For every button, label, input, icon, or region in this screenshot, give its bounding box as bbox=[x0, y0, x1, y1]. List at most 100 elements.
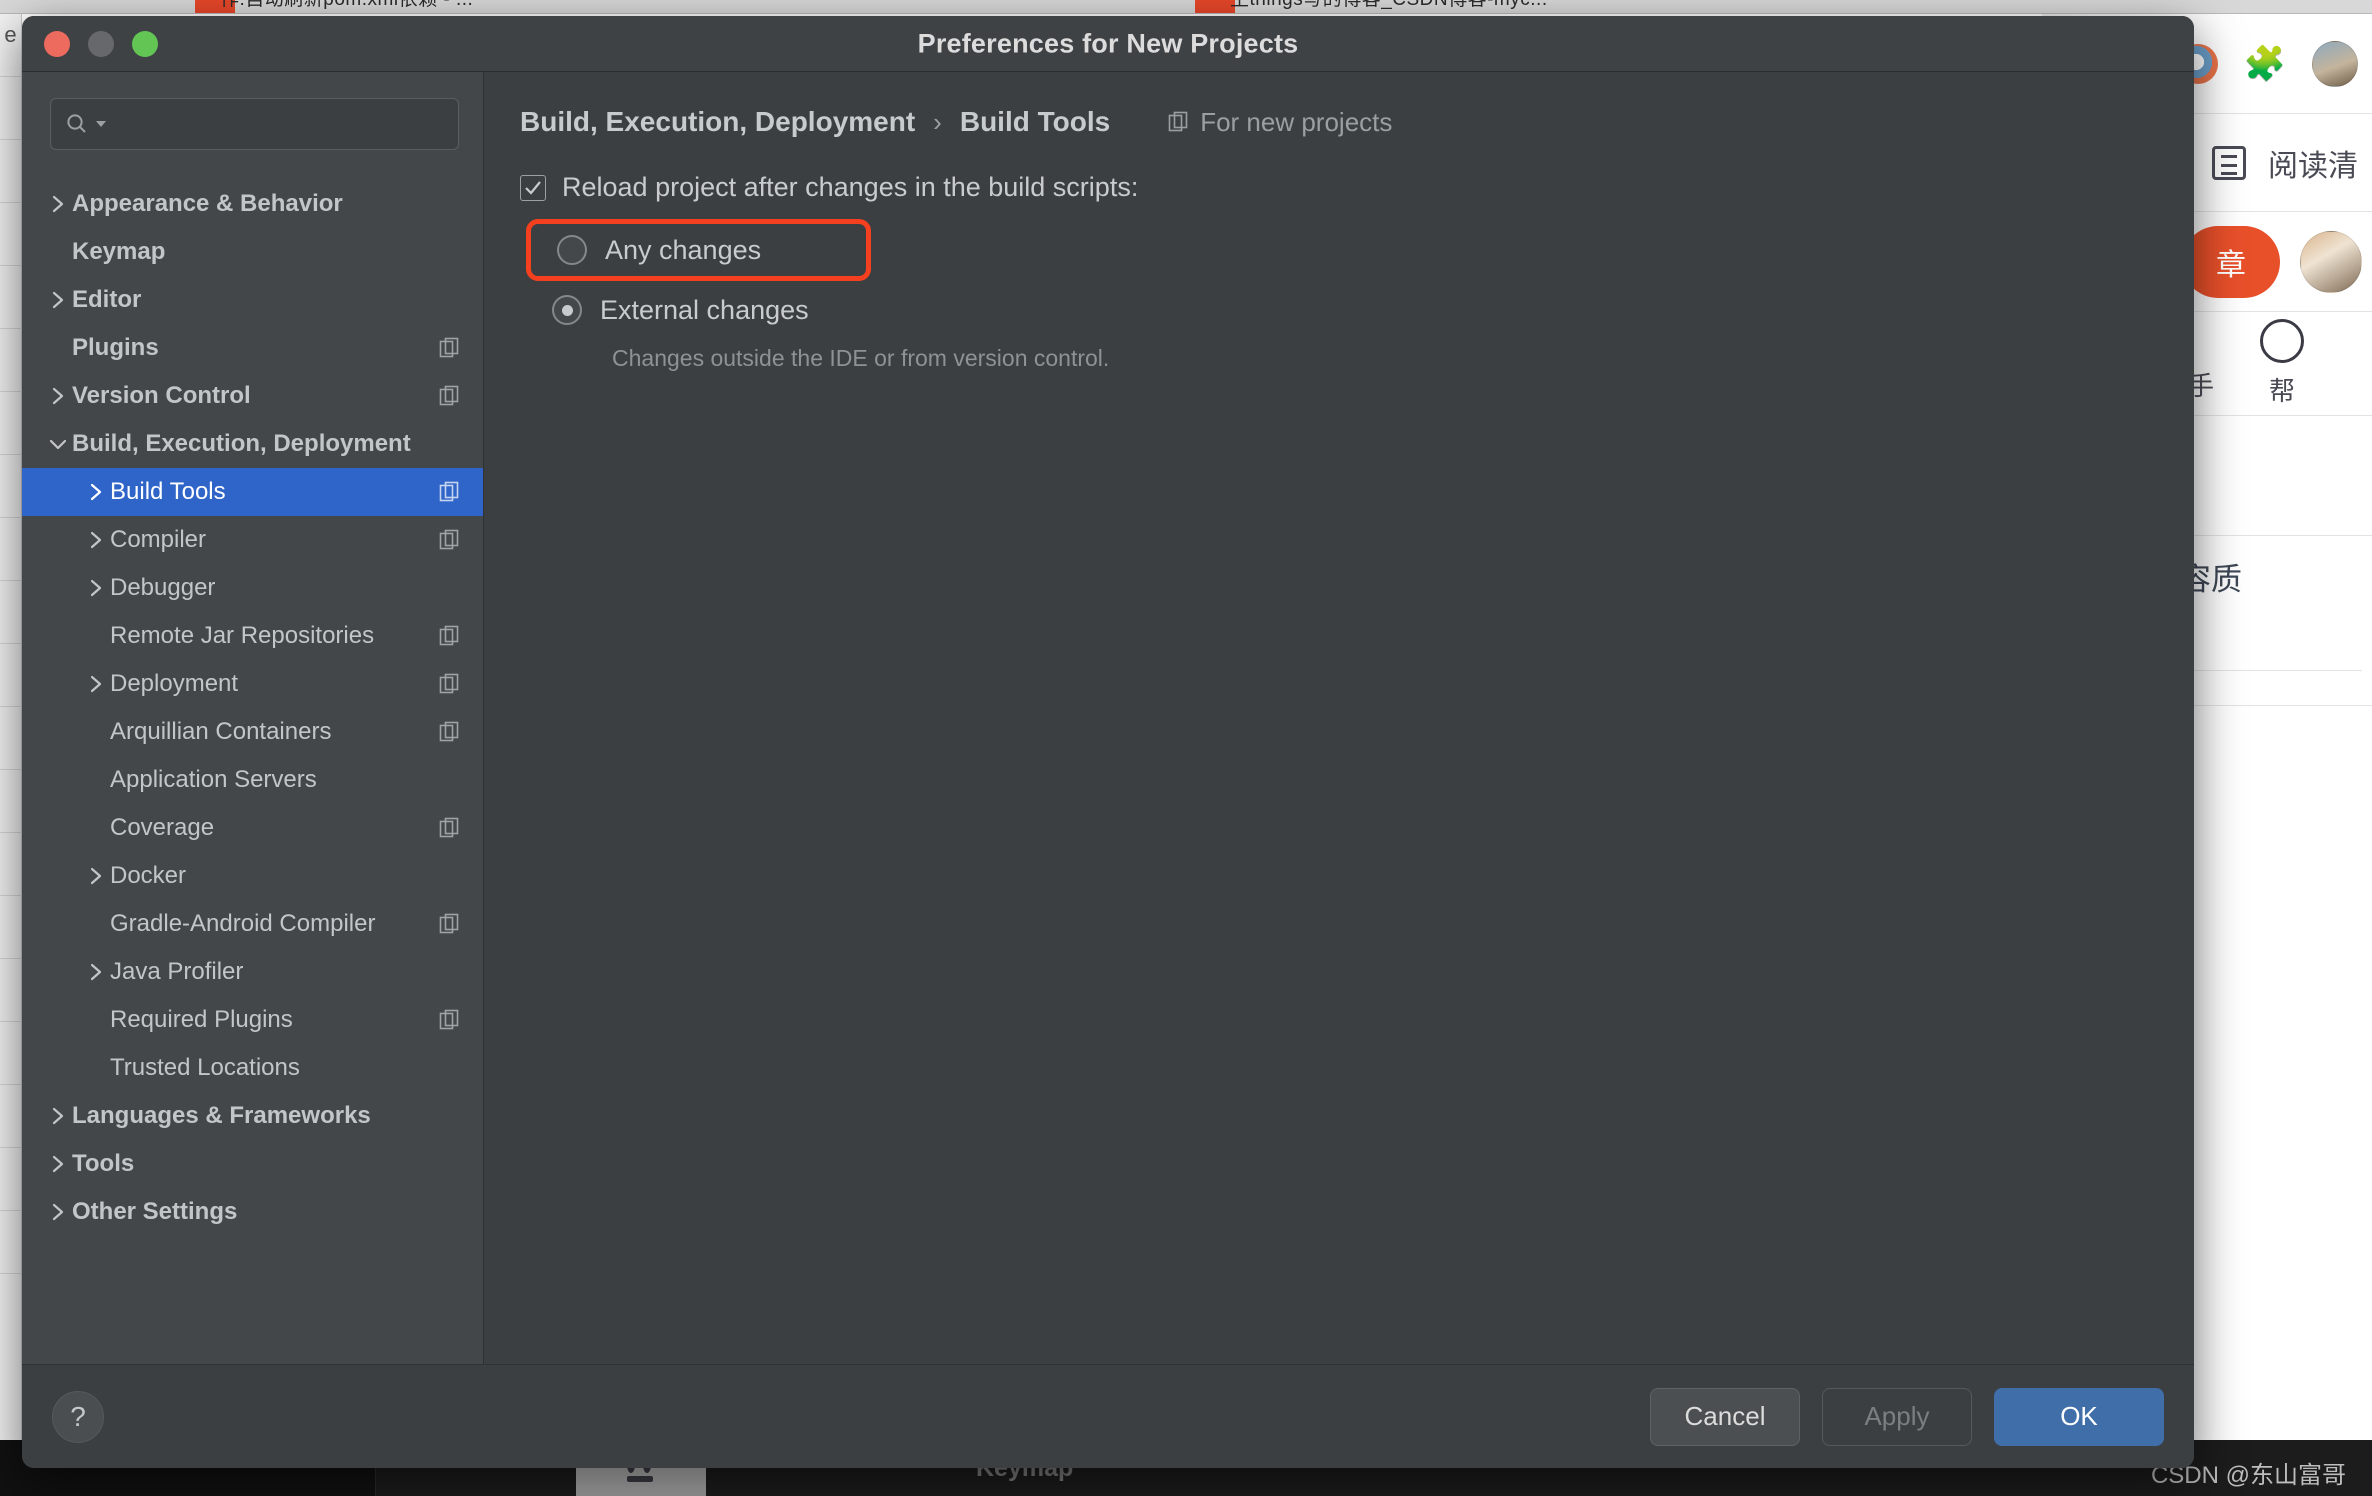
dialog-body: Appearance & Behavior Keymap Editor Plugins… bbox=[22, 72, 2194, 1364]
chevron-right-icon[interactable] bbox=[82, 482, 110, 502]
copy-icon[interactable] bbox=[439, 817, 461, 839]
sidebar-item-label: Editor bbox=[72, 286, 142, 313]
sidebar-item-label: Keymap bbox=[72, 238, 166, 265]
sidebar-item-label: Application Servers bbox=[110, 766, 317, 793]
search-icon bbox=[67, 114, 86, 133]
breadcrumb: Build, Execution, Deployment › Build Too… bbox=[520, 106, 2154, 138]
chevron-right-icon[interactable] bbox=[44, 1202, 72, 1222]
copy-icon[interactable] bbox=[439, 625, 461, 647]
sidebar-item-plugins[interactable]: Plugins bbox=[22, 324, 483, 372]
sidebar-item-trusted-locations[interactable]: Trusted Locations bbox=[22, 1044, 483, 1092]
option-any-changes[interactable]: Any changes bbox=[526, 219, 871, 281]
reading-list-label[interactable]: 阅读清 bbox=[2268, 141, 2358, 185]
sidebar-item-docker[interactable]: Docker bbox=[22, 852, 483, 900]
sidebar-item-gradle-android-compiler[interactable]: Gradle-Android Compiler bbox=[22, 900, 483, 948]
sidebar-item-label: Languages & Frameworks bbox=[72, 1102, 371, 1129]
sidebar-item-label: Remote Jar Repositories bbox=[110, 622, 375, 649]
sidebar-item-label: Compiler bbox=[110, 526, 207, 553]
reload-project-checkbox[interactable] bbox=[520, 174, 546, 201]
breadcrumb-current: Build Tools bbox=[959, 106, 1111, 137]
copy-icon[interactable] bbox=[439, 721, 461, 743]
help-tool-label: 帮 bbox=[2268, 376, 2295, 406]
sidebar-item-label: Deployment bbox=[110, 670, 239, 697]
settings-tree[interactable]: Appearance & Behavior Keymap Editor Plugins… bbox=[22, 174, 483, 1364]
copy-icon[interactable] bbox=[439, 1009, 461, 1031]
search-input[interactable] bbox=[113, 111, 444, 137]
chevron-down-icon bbox=[96, 121, 106, 127]
chevron-right-icon[interactable] bbox=[82, 674, 110, 694]
sidebar-item-coverage[interactable]: Coverage bbox=[22, 804, 483, 852]
copy-icon bbox=[1168, 111, 1188, 132]
help-button[interactable]: ? bbox=[52, 1390, 104, 1443]
preferences-dialog: Preferences for New Projects Appearance … bbox=[22, 16, 2194, 1468]
reload-project-checkbox-row[interactable]: Reload project after changes in the buil… bbox=[520, 172, 2154, 203]
breadcrumb-separator: › bbox=[933, 106, 942, 137]
search-box[interactable] bbox=[50, 98, 459, 150]
sidebar-item-version-control[interactable]: Version Control bbox=[22, 372, 483, 420]
sidebar-item-label: Docker bbox=[110, 862, 187, 889]
sidebar-item-label: Appearance & Behavior bbox=[72, 190, 343, 217]
browser-tab-1-title[interactable]: 作:自动刷新pom.xml依赖 - ... bbox=[220, 0, 473, 9]
sidebar-item-languages-frameworks[interactable]: Languages & Frameworks bbox=[22, 1092, 483, 1140]
option-external-changes-description: Changes outside the IDE or from version … bbox=[612, 345, 1110, 371]
user-avatar[interactable] bbox=[2300, 230, 2362, 293]
settings-main-panel: Build, Execution, Deployment › Build Too… bbox=[484, 72, 2194, 1364]
sidebar-item-appearance-behavior[interactable]: Appearance & Behavior bbox=[22, 180, 483, 228]
sidebar-item-label: Required Plugins bbox=[110, 1006, 293, 1033]
chevron-right-icon[interactable] bbox=[44, 1106, 72, 1126]
chevron-right-icon[interactable] bbox=[44, 386, 72, 406]
sidebar-item-label: Arquillian Containers bbox=[110, 718, 332, 745]
sidebar-item-editor[interactable]: Editor bbox=[22, 276, 483, 324]
extensions-puzzle-icon[interactable]: 🧩 bbox=[2244, 47, 2286, 81]
sidebar-item-remote-jar-repositories[interactable]: Remote Jar Repositories bbox=[22, 612, 483, 660]
sidebar-item-keymap[interactable]: Keymap bbox=[22, 228, 483, 276]
sidebar-item-tools[interactable]: Tools bbox=[22, 1140, 483, 1188]
copy-icon[interactable] bbox=[439, 529, 461, 551]
sidebar-item-label: Coverage bbox=[110, 814, 215, 841]
chevron-down-icon[interactable] bbox=[44, 436, 72, 452]
sidebar-item-java-profiler[interactable]: Java Profiler bbox=[22, 948, 483, 996]
copy-icon[interactable] bbox=[439, 913, 461, 935]
sidebar-item-debugger[interactable]: Debugger bbox=[22, 564, 483, 612]
copy-icon[interactable] bbox=[439, 385, 461, 407]
sidebar-item-build-tools[interactable]: Build Tools bbox=[22, 468, 483, 516]
chevron-right-icon[interactable] bbox=[82, 866, 110, 886]
radio-external-changes[interactable] bbox=[552, 295, 582, 325]
copy-icon[interactable] bbox=[439, 673, 461, 695]
copy-icon[interactable] bbox=[439, 481, 461, 503]
sidebar-item-required-plugins[interactable]: Required Plugins bbox=[22, 996, 483, 1044]
sidebar-item-application-servers[interactable]: Application Servers bbox=[22, 756, 483, 804]
chevron-right-icon[interactable] bbox=[82, 530, 110, 550]
sidebar-item-build-execution-deployment[interactable]: Build, Execution, Deployment bbox=[22, 420, 483, 468]
radio-any-changes[interactable] bbox=[557, 235, 587, 265]
sidebar-item-label: Tools bbox=[72, 1150, 135, 1177]
apply-button: Apply bbox=[1822, 1387, 1972, 1446]
browser-tab-accent-2 bbox=[1195, 0, 1235, 13]
sidebar-item-compiler[interactable]: Compiler bbox=[22, 516, 483, 564]
reading-list-icon[interactable] bbox=[2212, 145, 2246, 180]
breadcrumb-parent[interactable]: Build, Execution, Deployment bbox=[520, 106, 915, 138]
sidebar-item-arquillian-containers[interactable]: Arquillian Containers bbox=[22, 708, 483, 756]
dialog-footer: ? Cancel Apply OK bbox=[22, 1364, 2194, 1468]
help-tool[interactable]: 帮 bbox=[2260, 319, 2304, 408]
dialog-title: Preferences for New Projects bbox=[917, 28, 1299, 58]
chevron-right-icon[interactable] bbox=[44, 290, 72, 310]
copy-icon[interactable] bbox=[439, 337, 461, 359]
chevron-right-icon[interactable] bbox=[82, 578, 110, 598]
option-external-changes[interactable]: External changes bbox=[520, 281, 2154, 339]
sidebar-item-other-settings[interactable]: Other Settings bbox=[22, 1188, 483, 1236]
chevron-right-icon[interactable] bbox=[44, 1154, 72, 1174]
browser-profile-avatar[interactable] bbox=[2312, 40, 2358, 87]
sidebar-item-deployment[interactable]: Deployment bbox=[22, 660, 483, 708]
publish-article-button[interactable]: 章 bbox=[2182, 225, 2280, 298]
sidebar-item-label: Trusted Locations bbox=[110, 1054, 300, 1081]
chevron-right-icon[interactable] bbox=[82, 962, 110, 982]
background-left-rules bbox=[0, 14, 22, 1440]
browser-tab-2-title[interactable]: 生things写的博客_CSDN博客-myc... bbox=[1230, 0, 1548, 9]
cancel-button[interactable]: Cancel bbox=[1650, 1387, 1800, 1446]
sidebar-item-label: Version Control bbox=[72, 382, 251, 409]
dialog-titlebar[interactable]: Preferences for New Projects bbox=[22, 16, 2194, 72]
ok-button[interactable]: OK bbox=[1994, 1387, 2164, 1446]
chevron-right-icon[interactable] bbox=[44, 194, 72, 214]
browser-tab-strip[interactable]: 作:自动刷新pom.xml依赖 - ... 生things写的博客_CSDN博客… bbox=[0, 0, 2372, 14]
